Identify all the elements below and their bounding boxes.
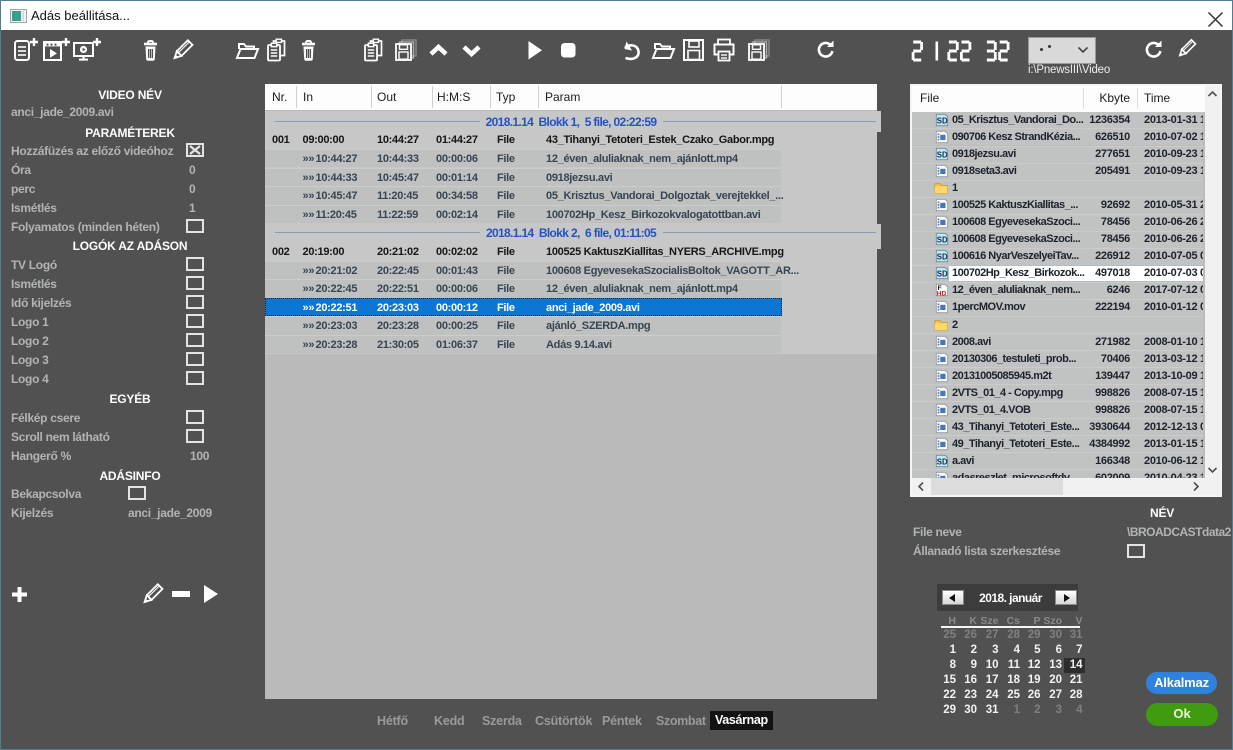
svg-text:SD: SD <box>937 116 948 125</box>
svg-text:HD: HD <box>937 291 947 297</box>
svg-text:SD: SD <box>937 270 948 279</box>
svg-text:SD: SD <box>937 236 948 245</box>
svg-text:SD: SD <box>937 253 948 262</box>
svg-text:SD: SD <box>937 151 948 160</box>
svg-text:SD: SD <box>937 457 948 466</box>
